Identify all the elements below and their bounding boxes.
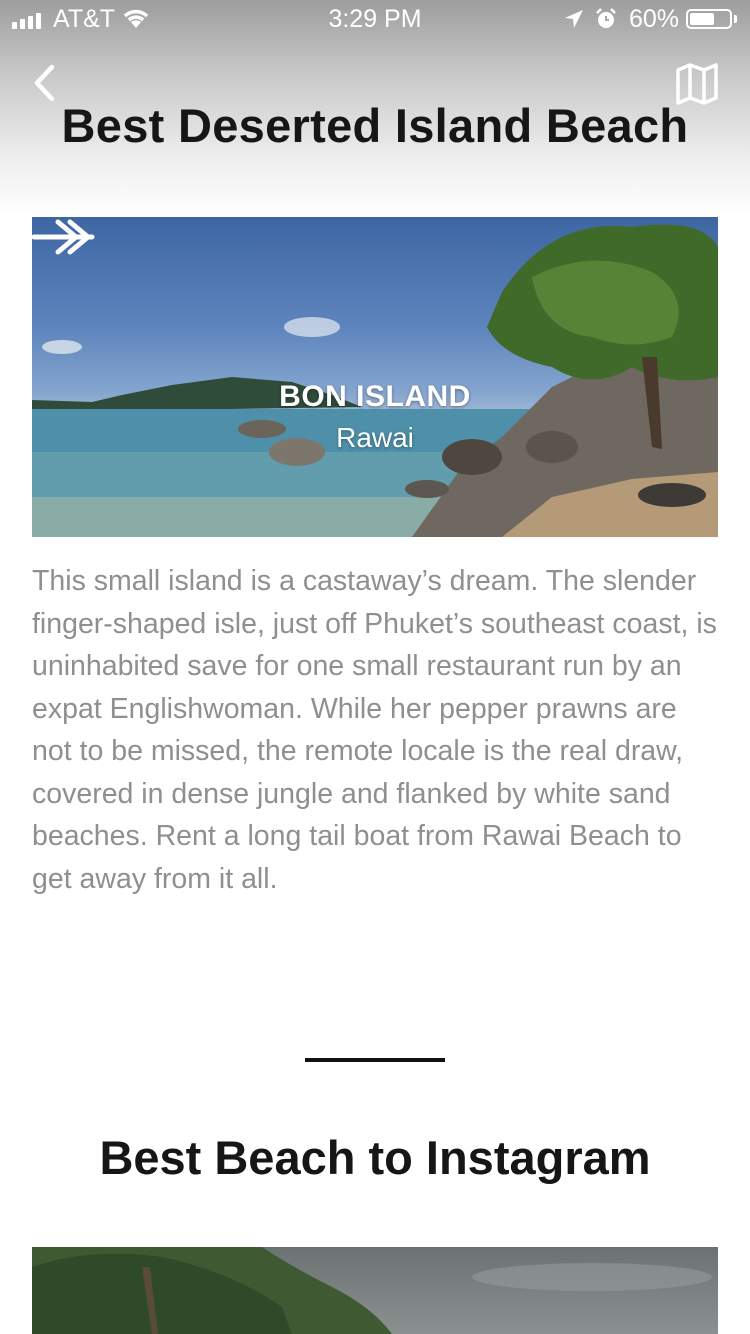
location-arrow-icon [565, 10, 583, 28]
page-title: Best Deserted Island Beach [61, 99, 689, 152]
beach-name: BON ISLAND [279, 380, 471, 413]
beach-photo [32, 1247, 712, 1334]
status-bar: AT&T 3:29 PM 60% [0, 0, 750, 40]
beach-description: This small island is a castaway’s dream.… [32, 565, 717, 895]
section-title: Best Beach to Instagram [99, 1131, 651, 1184]
beach-area: Rawai [336, 422, 414, 453]
featured-beach-card[interactable]: BON ISLAND Rawai [32, 217, 718, 537]
beach-photo [32, 224, 718, 537]
alarm-icon [596, 8, 616, 28]
battery-icon [686, 9, 732, 29]
instagram-beach-card[interactable] [32, 1247, 718, 1334]
double-arrow-right-icon [32, 219, 95, 255]
battery-percent: 60% [629, 5, 680, 33]
battery-cap [734, 15, 737, 23]
section-divider [305, 1058, 445, 1062]
